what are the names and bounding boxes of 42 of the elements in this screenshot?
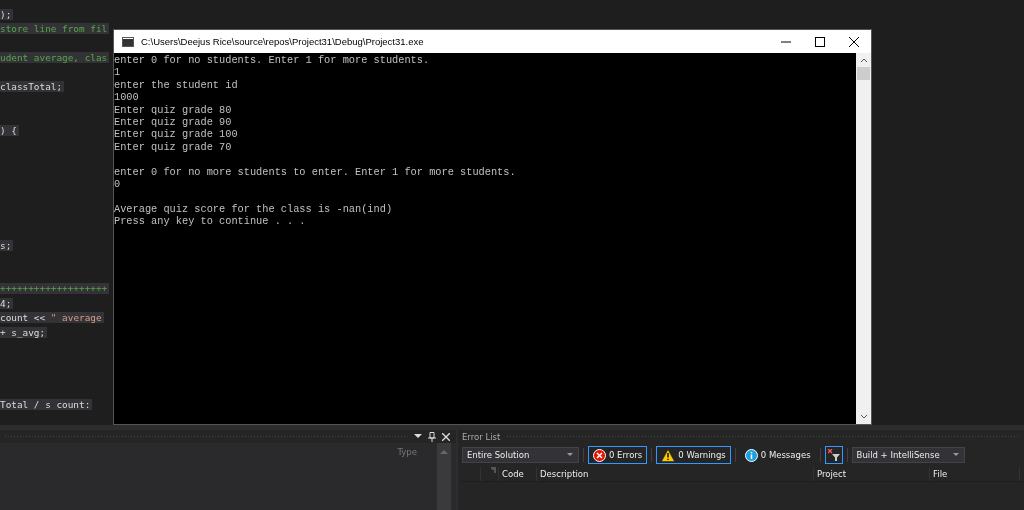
source-dropdown[interactable]: Build + IntelliSense [851,447,965,463]
console-output-line: Press any key to continue . . . [114,215,307,228]
console-output-line: enter 0 for no students. Enter 1 for more students. [114,54,431,67]
error-icon [593,448,606,462]
console-output-line: Enter quiz grade 90 [114,115,233,129]
scroll-up-icon[interactable] [859,57,868,63]
console-output-line: Enter quiz grade 80 [114,103,233,116]
console-output-line: 1000 [114,91,140,104]
caret-icon [567,453,573,457]
scrollbar[interactable] [437,443,451,510]
console-output-line: 1 [114,66,122,79]
scope-dropdown[interactable]: Entire Solution [462,447,579,463]
filter-button[interactable]: 0 Errors [588,446,648,464]
column-header[interactable]: Description [537,467,814,481]
caret-icon [952,453,959,457]
sort-icon [491,467,496,473]
console-output-line: enter the student id [114,78,239,92]
console-output-line: Enter quiz grade 100 [114,128,239,141]
console-app-icon [122,36,134,47]
filter-icon [827,449,840,461]
console-output-line: 0 [114,177,122,191]
column-header[interactable]: Code [499,467,537,481]
scroll-thumb[interactable] [857,67,870,80]
scroll-down-icon[interactable] [859,414,868,420]
filter-button[interactable]: 0 Messages [739,446,816,464]
close-icon[interactable] [442,432,450,441]
pin-icon[interactable] [428,431,436,442]
close-icon [849,36,859,47]
column-header[interactable]: Project [814,467,930,481]
info-icon [744,448,758,462]
clear-filter-button[interactable] [824,446,843,464]
console-output-line: Enter quiz grade 70 [114,140,233,154]
column-header[interactable]: File [930,467,1020,481]
console-output-line: enter 0 for no more students to enter. Enter 1 for more students. [114,165,517,178]
scrollbar[interactable] [856,53,871,424]
filter-button[interactable]: 0 Warnings [656,446,731,464]
console-output-line: Average quiz score for the class is -nan(ind) [114,202,394,216]
window-title: C:\Users\Deejus Rice\source\repos\Project31\Debug\Project31.exe [141,36,424,47]
dropdown-icon[interactable] [414,434,422,439]
maximize-icon [815,36,825,47]
panel-title: Error List [462,431,501,442]
warning-icon [661,448,676,462]
